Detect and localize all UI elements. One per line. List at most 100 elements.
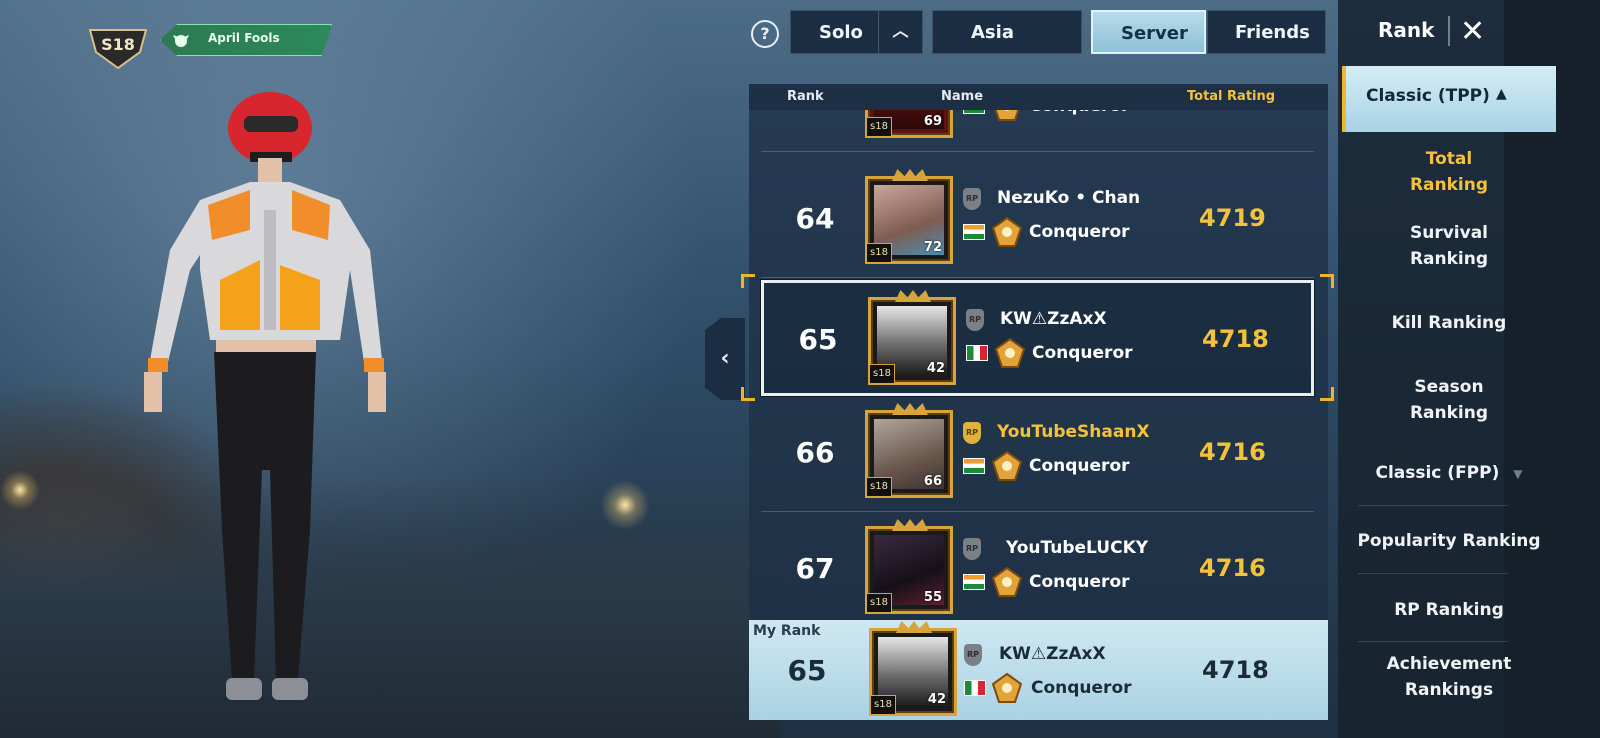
total-rating: 4719 [1199,204,1266,232]
my-rank-bar[interactable]: My Rank 65 42 s18 RP KW⚠ZzAxX Conqueror … [749,620,1328,720]
region-dropdown[interactable]: Asia [932,10,1082,54]
menu-total-ranking[interactable]: Total Ranking [1342,146,1556,198]
chevron-left-icon: ‹ [720,346,730,371]
conqueror-icon [991,672,1023,703]
selection-corner [741,387,755,401]
conqueror-icon [991,450,1023,481]
menu-survival-ranking[interactable]: Survival Ranking [1342,220,1556,272]
tier-label: Conqueror [1032,343,1133,363]
category-classic-tpp[interactable]: Classic (TPP) ▲ [1342,66,1556,132]
header-name: Name [941,89,984,104]
player-name[interactable]: NezuKo • Chan [997,188,1140,208]
avatar[interactable]: 66 s18 [865,403,953,498]
crown-icon [896,621,932,633]
campfire-light [0,470,40,510]
flag-italy-icon [964,680,986,696]
rank-number: 64 [795,202,835,235]
tab-server[interactable]: Server [1091,10,1206,54]
tier-label: Conqueror [1029,222,1130,242]
player-name[interactable]: YouTubeShaanX [997,422,1150,442]
season-tag: s18 [866,477,892,497]
total-rating: 4716 [1199,438,1266,466]
conqueror-icon [994,337,1026,368]
distant-light [600,480,650,530]
crown-icon [892,403,928,415]
avatar[interactable]: 42 s18 [868,290,956,385]
my-avatar[interactable]: 42 s18 [869,621,957,716]
player-character[interactable] [130,90,400,720]
player-name[interactable]: YouTubeLUCKY [1006,538,1148,558]
avatar[interactable]: 55 s18 [865,519,953,614]
crown-icon [895,290,931,302]
season-tag: s18 [866,117,892,137]
player-level: 42 [927,692,946,707]
avatar[interactable]: 72 s18 [865,169,953,264]
my-rank-label: My Rank [753,623,821,639]
menu-rp-ranking[interactable]: RP Ranking [1342,597,1556,623]
tier-label: Conqueror [1029,456,1130,476]
header-total-rating: Total Rating [1187,89,1276,104]
collapse-panel-button[interactable]: ‹ [705,318,745,400]
table-row[interactable]: 64 72 s18 RP NezuKo • Chan Conqueror 471… [761,162,1314,278]
tab-server-label: Server [1121,23,1188,44]
category-label: Classic (TPP) [1366,86,1490,106]
side-menu-title: Rank [1378,18,1435,42]
table-row[interactable]: 67 55 s18 RP YouTubeLUCKY Conqueror 4716 [761,512,1314,628]
my-total-rating: 4718 [1202,656,1269,684]
flag-india-icon [963,458,985,474]
my-player-name: KW⚠ZzAxX [999,644,1106,664]
table-row-selected[interactable]: 65 42 s18 RP KW⚠ZzAxX Conqueror 4718 [761,280,1314,396]
selection-corner [1320,274,1334,288]
season-badge[interactable]: S18 [86,22,150,70]
menu-popularity-ranking[interactable]: Popularity Ranking [1342,528,1556,554]
crown-icon [892,519,928,531]
tab-friends-label: Friends [1235,22,1310,43]
event-tag-label: April Fools [208,31,280,45]
total-rating: 4716 [1199,554,1266,582]
player-name[interactable]: KW⚠ZzAxX [1000,309,1107,329]
menu-divider [1358,641,1508,642]
rp-badge-icon: RP [963,538,981,560]
category-classic-fpp[interactable]: Classic (FPP) ▼ [1342,460,1556,487]
mode-dropdown[interactable]: Solo ︿ [790,10,923,54]
menu-divider [1358,573,1508,574]
flag-india-icon [963,574,985,590]
chevron-up-icon[interactable]: ︿ [878,11,922,53]
leaderboard-list[interactable]: 69 s18 Conqueror 64 72 s18 RP NezuKo • C… [749,84,1328,632]
season-tag: s18 [866,593,892,613]
my-rank-number: 65 [787,654,827,687]
rank-number: 67 [795,552,835,585]
close-button[interactable]: ✕ [1460,14,1508,50]
player-level: 72 [923,240,942,255]
flag-italy-icon [966,345,988,361]
my-tier-label: Conqueror [1031,678,1132,698]
rp-badge-icon: RP [966,309,984,331]
player-level: 69 [923,114,942,129]
total-rating: 4718 [1202,325,1269,353]
caret-down-icon: ▼ [1513,467,1523,481]
menu-season-ranking[interactable]: Season Ranking [1342,374,1556,426]
close-icon: ✕ [1460,14,1486,49]
help-button[interactable]: ? [751,20,779,48]
region-label: Asia [971,22,1014,43]
rp-badge-icon: RP [964,644,982,666]
category-label: Classic (FPP) [1375,463,1500,483]
crown-icon [892,169,928,181]
player-level: 55 [923,590,942,605]
menu-achievement-rankings[interactable]: Achievement Rankings [1342,651,1556,703]
tab-friends[interactable]: Friends [1207,10,1326,54]
event-title-tag[interactable]: April Fools [160,24,332,56]
menu-divider [1358,505,1508,506]
table-header: Rank Name Total Rating [749,84,1328,110]
player-level: 42 [926,361,945,376]
table-row[interactable]: 66 66 s18 RP YouTubeShaanX Conqueror 471… [761,396,1314,512]
conqueror-icon [991,566,1023,597]
title-divider [1448,16,1450,46]
header-rank: Rank [787,89,824,104]
conqueror-icon [991,216,1023,247]
menu-kill-ranking[interactable]: Kill Ranking [1342,310,1556,336]
selection-corner [741,274,755,288]
player-level: 66 [923,474,942,489]
season-tag: s18 [870,695,896,715]
caret-up-icon: ▲ [1496,86,1507,102]
